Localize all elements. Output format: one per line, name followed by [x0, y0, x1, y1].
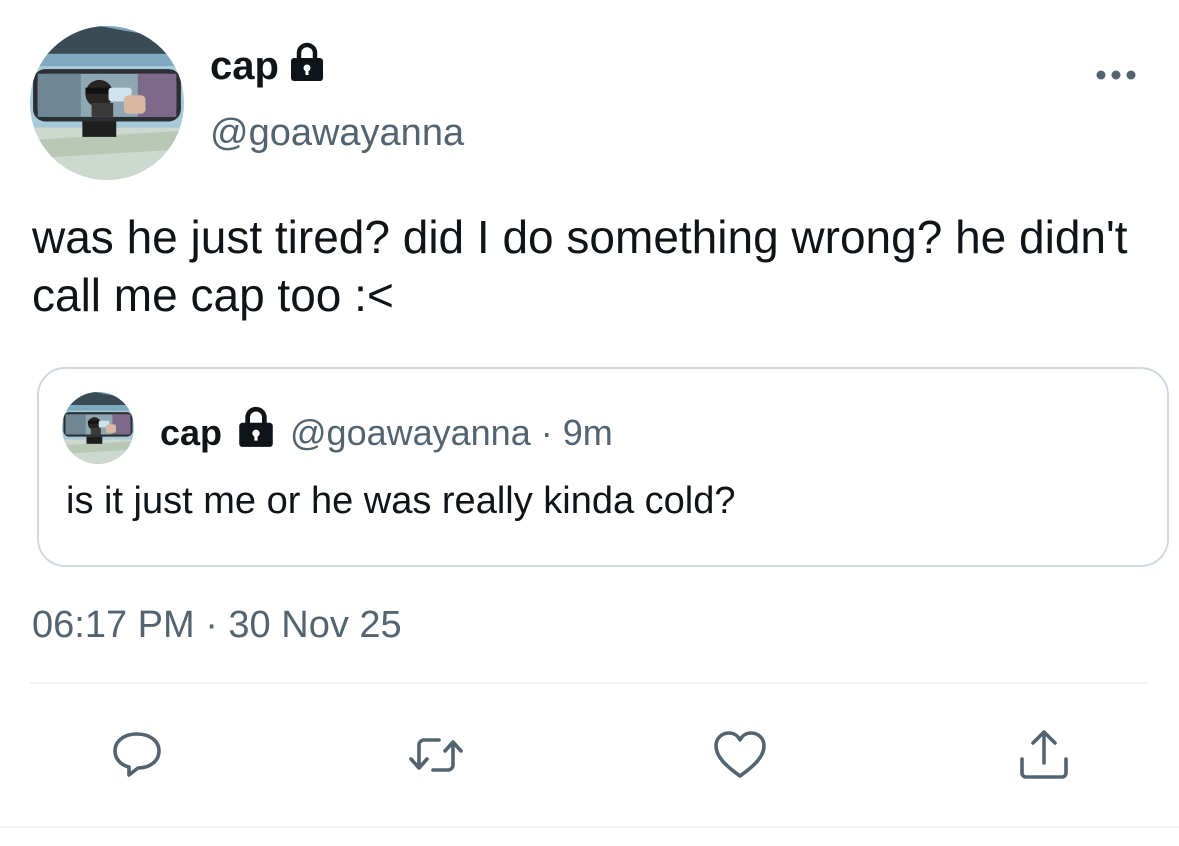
reply-button[interactable]: [107, 725, 167, 785]
divider: [0, 826, 1179, 828]
tweet-text: was he just tired? did I do something wr…: [32, 211, 1128, 321]
share-button[interactable]: [1014, 725, 1074, 785]
divider: [30, 682, 1148, 684]
heart-icon: [714, 731, 766, 778]
quoted-tweet-card[interactable]: [37, 367, 1169, 567]
more-horizontal-icon: [1096, 70, 1136, 80]
retweet-button[interactable]: [406, 725, 466, 785]
author-display-name[interactable]: cap: [210, 40, 279, 92]
like-button[interactable]: [710, 725, 770, 785]
reply-icon: [113, 732, 161, 777]
avatar[interactable]: [30, 26, 184, 180]
quoted-handle-time: @goawayanna · 9m: [290, 412, 613, 453]
lock-icon: [288, 41, 326, 83]
lock-icon: [236, 405, 276, 449]
quoted-tweet-text: is it just me or he was really kinda col…: [66, 480, 736, 522]
quoted-avatar: [62, 392, 134, 464]
avatar-image: [30, 26, 184, 180]
author-handle[interactable]: @goawayanna: [210, 108, 464, 158]
retweet-icon: [409, 738, 463, 772]
quoted-display-name: cap: [160, 412, 223, 453]
tweet-timestamp[interactable]: 06:17 PM · 30 Nov 25: [32, 600, 402, 650]
avatar-image: [62, 392, 134, 464]
share-icon: [1020, 730, 1068, 779]
more-options-button[interactable]: [1093, 62, 1139, 88]
